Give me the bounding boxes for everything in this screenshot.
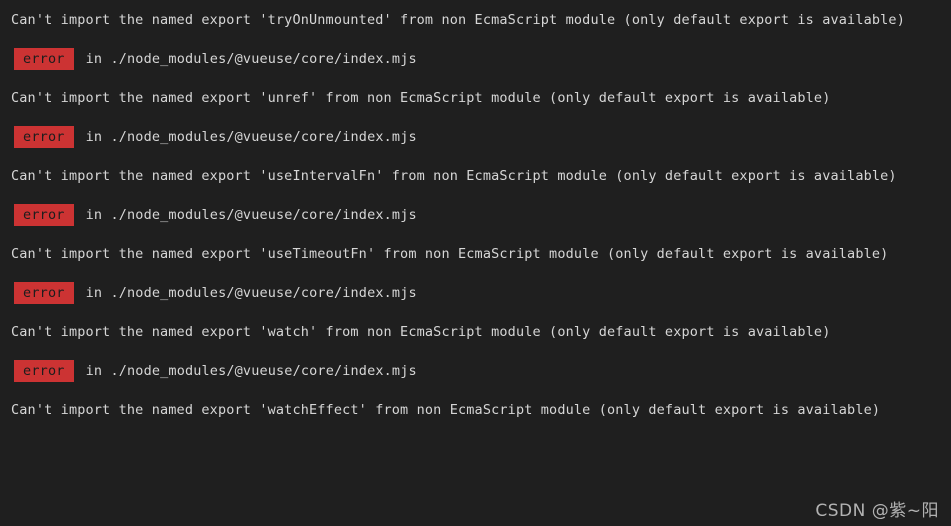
error-message-text: Can't import the named export 'useTimeou… — [11, 246, 889, 262]
error-block-unref: Can't import the named export 'unref' fr… — [0, 88, 951, 108]
error-file-path: in ./node_modules/@vueuse/core/index.mjs — [85, 129, 417, 145]
error-file-path: in ./node_modules/@vueuse/core/index.mjs — [85, 285, 417, 301]
build-error-console: Can't import the named export 'tryOnUnmo… — [0, 0, 951, 526]
error-block-watch: Can't import the named export 'watch' fr… — [0, 322, 951, 342]
error-badge: error — [14, 204, 74, 226]
error-badge: error — [14, 360, 74, 382]
error-badge: error — [14, 48, 74, 70]
error-message-text: Can't import the named export 'watch' fr… — [11, 324, 831, 340]
error-file-path: in ./node_modules/@vueuse/core/index.mjs — [85, 51, 417, 67]
error-block-useintervalfn: Can't import the named export 'useInterv… — [0, 166, 951, 186]
error-file-path: in ./node_modules/@vueuse/core/index.mjs — [85, 363, 417, 379]
error-message-text: Can't import the named export 'useInterv… — [11, 168, 897, 184]
error-badge: error — [14, 126, 74, 148]
error-row: error in ./node_modules/@vueuse/core/ind… — [0, 282, 951, 304]
error-block-watcheffect: Can't import the named export 'watchEffe… — [0, 400, 951, 420]
error-message-text: Can't import the named export 'unref' fr… — [11, 90, 831, 106]
error-file-path: in ./node_modules/@vueuse/core/index.mjs — [85, 207, 417, 223]
csdn-watermark: CSDN @紫~阳 — [815, 501, 939, 521]
error-message-text: Can't import the named export 'tryOnUnmo… — [11, 12, 905, 28]
error-block-usetimeoutfn: Can't import the named export 'useTimeou… — [0, 244, 951, 264]
error-row: error in ./node_modules/@vueuse/core/ind… — [0, 360, 951, 382]
top-spacer — [0, 0, 951, 10]
error-block-tryonunmounted: Can't import the named export 'tryOnUnmo… — [0, 10, 951, 30]
error-row: error in ./node_modules/@vueuse/core/ind… — [0, 126, 951, 148]
error-message-text: Can't import the named export 'watchEffe… — [11, 402, 881, 418]
error-row: error in ./node_modules/@vueuse/core/ind… — [0, 204, 951, 226]
error-badge: error — [14, 282, 74, 304]
error-row: error in ./node_modules/@vueuse/core/ind… — [0, 48, 951, 70]
